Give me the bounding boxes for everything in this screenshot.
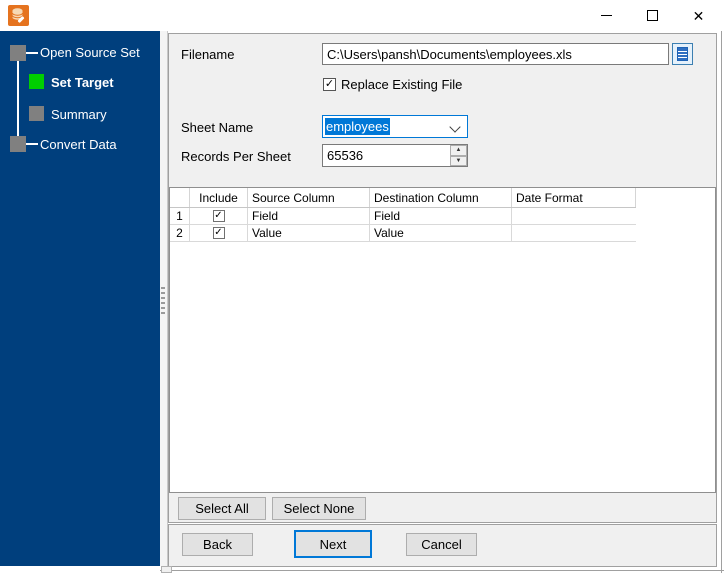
step-connector-line — [17, 53, 19, 145]
sheet-name-label: Sheet Name — [181, 120, 254, 135]
minimize-button[interactable] — [584, 0, 629, 31]
destination-column-cell[interactable]: Value — [370, 225, 512, 241]
filename-label: Filename — [181, 47, 235, 62]
spin-down-button[interactable]: ▼ — [450, 155, 467, 166]
row-number: 1 — [170, 208, 190, 224]
set-target-panel: Filename C:\Users\pansh\Documents\employ… — [168, 33, 717, 523]
step-marker-open-source-set — [10, 45, 26, 61]
sheet-name-selected-value: employees — [325, 118, 390, 135]
spin-up-button[interactable]: ▲ — [450, 145, 467, 156]
filename-value: C:\Users\pansh\Documents\employees.xls — [327, 46, 572, 62]
table-header-row: Include Source Column Destination Column… — [170, 188, 636, 208]
step-connector-line — [26, 143, 38, 145]
wizard-sidebar: Open Source Set Set Target Summary Conve… — [0, 31, 160, 566]
maximize-icon — [647, 10, 658, 21]
source-column-cell[interactable]: Value — [248, 225, 370, 241]
destination-column-cell[interactable]: Field — [370, 208, 512, 224]
select-all-button[interactable]: Select All — [178, 497, 266, 520]
file-document-icon — [677, 47, 688, 61]
sidebar-item-summary[interactable]: Summary — [51, 107, 107, 122]
sidebar-item-set-target[interactable]: Set Target — [51, 75, 114, 90]
sheet-name-combobox[interactable]: employees — [322, 115, 468, 138]
include-checkbox[interactable]: ✓ — [212, 227, 225, 239]
sidebar-item-convert-data[interactable]: Convert Data — [40, 137, 117, 152]
sidebar-item-open-source-set[interactable]: Open Source Set — [40, 45, 140, 60]
step-marker-convert-data — [10, 136, 26, 152]
step-marker-set-target — [29, 74, 44, 89]
window-border-right — [721, 31, 722, 573]
header-row-number[interactable] — [170, 188, 190, 207]
records-per-sheet-value: 65536 — [327, 148, 364, 163]
row-number: 2 — [170, 225, 190, 241]
header-source-column[interactable]: Source Column — [248, 188, 370, 207]
table-row[interactable]: 1 ✓ Field Field — [170, 208, 636, 225]
window-border-bottom — [160, 570, 724, 571]
filename-input[interactable]: C:\Users\pansh\Documents\employees.xls — [322, 43, 669, 65]
back-button[interactable]: Back — [182, 533, 253, 556]
select-none-button[interactable]: Select None — [272, 497, 366, 520]
date-format-cell[interactable] — [512, 208, 636, 224]
resize-corner[interactable] — [161, 566, 172, 573]
header-include[interactable]: Include — [190, 188, 248, 207]
source-column-cell[interactable]: Field — [248, 208, 370, 224]
cancel-button[interactable]: Cancel — [406, 533, 477, 556]
chevron-down-icon[interactable] — [449, 121, 461, 133]
replace-existing-file-label[interactable]: Replace Existing File — [341, 77, 462, 92]
splitter-grip-icon — [161, 287, 165, 314]
step-marker-summary — [29, 106, 44, 121]
replace-existing-file-checkbox[interactable]: ✓ — [323, 78, 336, 91]
records-per-sheet-input[interactable]: 65536 ▲ ▼ — [322, 144, 468, 167]
table-row[interactable]: 2 ✓ Value Value — [170, 225, 636, 242]
header-date-format[interactable]: Date Format — [512, 188, 636, 207]
records-per-sheet-label: Records Per Sheet — [181, 149, 291, 164]
wizard-button-bar: Back Next Cancel — [168, 524, 717, 567]
close-button[interactable]: ✕ — [676, 0, 721, 31]
minimize-icon — [601, 15, 612, 16]
close-icon: ✕ — [692, 7, 705, 24]
maximize-button[interactable] — [630, 0, 675, 31]
header-destination-column[interactable]: Destination Column — [370, 188, 512, 207]
database-edit-icon — [8, 5, 29, 26]
step-connector-line — [26, 52, 38, 54]
browse-button[interactable] — [672, 43, 693, 65]
include-checkbox[interactable]: ✓ — [212, 210, 225, 222]
next-button[interactable]: Next — [294, 530, 372, 558]
sidebar-splitter[interactable] — [160, 31, 168, 566]
application-window: ✕ Open Source Set Set Target Summary Con… — [0, 0, 724, 573]
title-bar[interactable]: ✕ — [0, 0, 724, 31]
column-mapping-table: Include Source Column Destination Column… — [169, 187, 716, 493]
date-format-cell[interactable] — [512, 225, 636, 241]
